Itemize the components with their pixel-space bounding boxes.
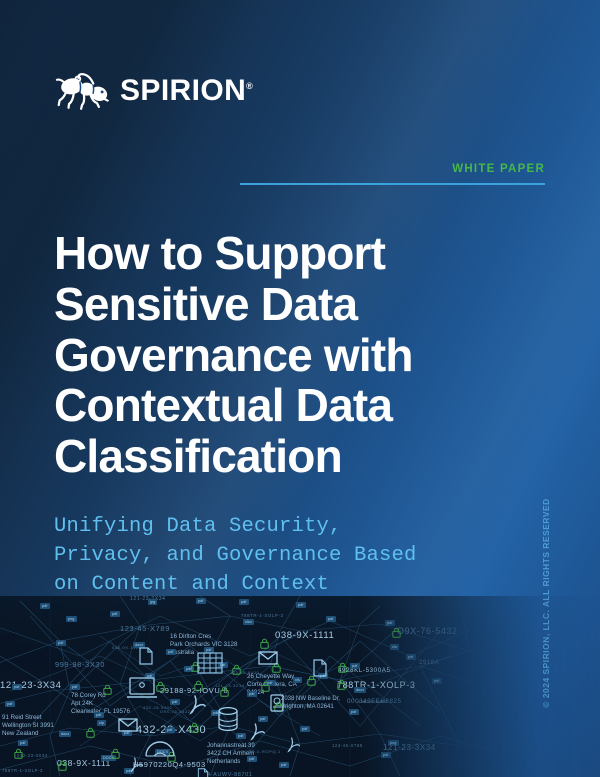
sensitive-data-network-graph: 16 Dirlton Cres Park Orchards VIC 3128 A… xyxy=(0,596,600,777)
file-type-chip: pdf xyxy=(166,649,176,655)
white-paper-cover: SPIRION® WHITE PAPER How to Support Sensi… xyxy=(0,0,600,777)
file-type-chip: pdf xyxy=(296,602,306,608)
brand-name: SPIRION xyxy=(120,74,247,107)
file-type-chip: zip xyxy=(97,720,107,726)
file-type-chip: docx xyxy=(354,687,367,693)
file-type-chip: jpg xyxy=(148,599,158,605)
subtitle-line-1: Unifying Data Security, xyxy=(54,515,342,538)
title-line-1: How to Support xyxy=(54,227,386,279)
file-type-chip: pdf xyxy=(196,598,206,604)
viz-content: 16 Dirlton Cres Park Orchards VIC 3128 A… xyxy=(0,596,600,777)
file-type-chip: pdf xyxy=(247,691,257,697)
spirion-logo: SPIRION® xyxy=(55,68,253,114)
file-type-chip: png xyxy=(388,740,399,746)
file-type-chip: pdf xyxy=(239,599,249,605)
file-type-chip: pdf xyxy=(110,611,120,617)
file-type-chip: pdf xyxy=(70,684,80,690)
file-type-chip: pdf xyxy=(18,740,28,746)
file-type-chip: png xyxy=(66,616,77,622)
file-type-chip: docx xyxy=(59,731,72,737)
header-divider xyxy=(240,183,545,185)
file-type-chip: pdf xyxy=(300,726,310,732)
file-type-chip: pdf xyxy=(381,752,391,758)
title-line-4: Contextual Data xyxy=(54,379,393,432)
title-line-5: Classification xyxy=(54,430,343,483)
file-type-chip: pdf xyxy=(236,733,246,739)
file-type-chip: pdf xyxy=(432,678,442,684)
page-subtitle: Unifying Data Security, Privacy, and Gove… xyxy=(54,512,514,599)
subtitle-line-2: Privacy, and Governance Based xyxy=(54,544,417,568)
ant-logo-icon xyxy=(55,73,110,110)
file-type-chip: pdf xyxy=(349,709,359,715)
file-type-chip: pdf xyxy=(385,620,395,626)
file-type-chip: pdf xyxy=(326,616,336,622)
page-title: How to Support Sensitive Data Governance w… xyxy=(54,228,524,482)
file-type-chip: pdf xyxy=(165,727,175,733)
file-type-chip: xls xyxy=(390,644,399,650)
title-line-3: Governance with xyxy=(54,328,413,381)
file-type-chip: pdf xyxy=(94,712,104,718)
file-type-chip: pdf xyxy=(350,663,360,669)
brand-wordmark: SPIRION® xyxy=(120,76,253,106)
file-type-chip: pdf xyxy=(5,701,15,707)
file-type-chip: xlsx xyxy=(243,619,254,625)
document-type-label: WHITE PAPER xyxy=(452,163,545,175)
file-type-chip: pdf xyxy=(40,603,50,609)
file-type-chip: pdf xyxy=(279,762,289,768)
file-type-chip: xls xyxy=(293,677,302,683)
file-type-chip: pdf xyxy=(170,699,180,705)
file-type-chip: pdf xyxy=(247,756,257,762)
file-type-chip: pdf xyxy=(406,654,416,660)
subtitle-line-3: on Content and Context xyxy=(54,573,330,597)
file-type-chip: pdf xyxy=(12,684,22,690)
title-line-2: Sensitive Data xyxy=(54,277,358,330)
trademark-symbol: ® xyxy=(246,81,254,91)
document-type-header: WHITE PAPER xyxy=(240,163,545,185)
file-type-chip: pdf xyxy=(56,640,66,646)
